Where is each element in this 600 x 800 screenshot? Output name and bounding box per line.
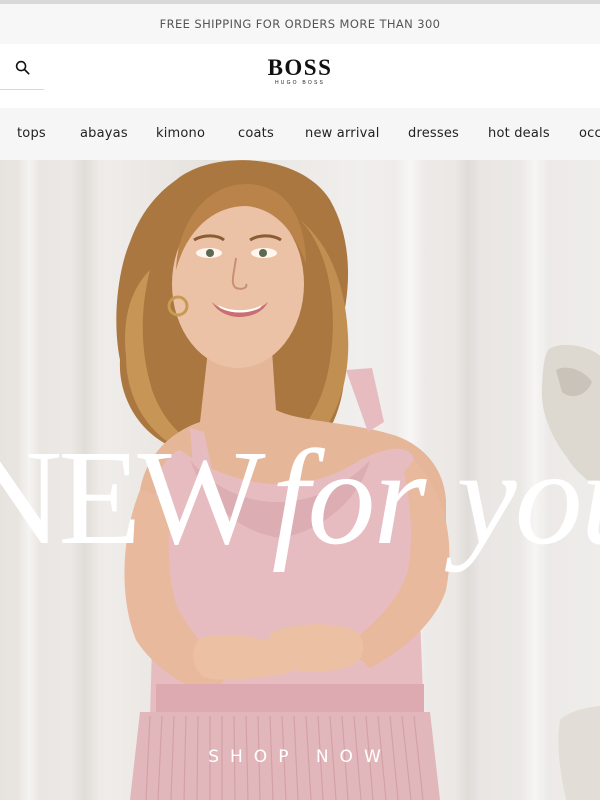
shop-now-button[interactable]: SHOP NOW — [0, 747, 600, 767]
nav-item-hot-deals[interactable]: hot deals — [488, 126, 550, 141]
brand-logo[interactable]: BOSS HUGO BOSS — [0, 55, 600, 87]
nav-item-dresses[interactable]: dresses — [408, 126, 459, 141]
logo-subtitle: HUGO BOSS — [274, 80, 326, 86]
announcement-bar: FREE SHIPPING FOR ORDERS MORE THAN 300 — [0, 4, 600, 44]
hero-headline: NEWfor you — [0, 430, 600, 566]
nav-item-tops[interactable]: tops — [17, 126, 46, 141]
nav-item-kimono[interactable]: kimono — [156, 126, 205, 141]
announcement-text: FREE SHIPPING FOR ORDERS MORE THAN 300 — [159, 17, 441, 31]
nav-item-coats[interactable]: coats — [238, 126, 274, 141]
headline-word-for-you: for you — [271, 423, 600, 573]
logo-wordmark: BOSS — [267, 55, 333, 80]
hero-banner[interactable]: NEWfor you SHOP NOW — [0, 160, 600, 800]
category-nav: tops abayas kimono coats new arrival dre… — [0, 108, 600, 160]
nav-item-occasion[interactable]: occ — [579, 126, 600, 141]
site-header: BOSS HUGO BOSS — [0, 44, 600, 108]
nav-item-new-arrival[interactable]: new arrival — [305, 126, 380, 141]
nav-item-abayas[interactable]: abayas — [80, 126, 128, 141]
headline-word-new: NEW — [0, 423, 266, 573]
